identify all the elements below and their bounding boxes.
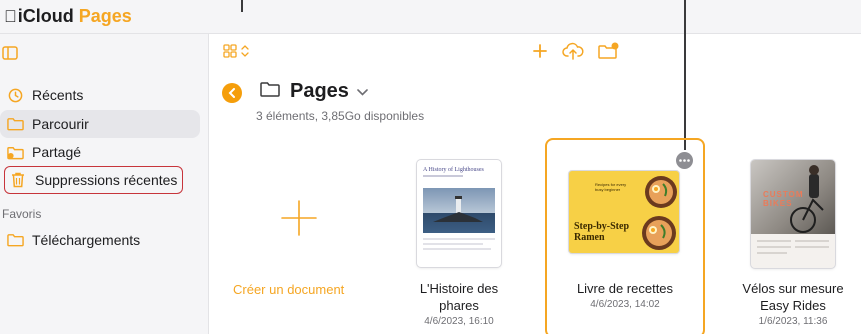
document-date: 1/6/2023, 11:36 xyxy=(758,316,828,327)
document-name: L'Histoire des xyxy=(419,281,499,296)
thumb-kicker: Recipes for every busy beginner xyxy=(595,182,627,192)
bike-photo: CUSTOM BIKES xyxy=(751,160,835,234)
callout-line xyxy=(241,0,243,12)
sidebar-item-downloads[interactable]: Téléchargements xyxy=(0,226,140,254)
document-name: Livre de recettes xyxy=(576,281,674,296)
grid-view-icon[interactable] xyxy=(223,44,255,63)
create-document-label: Créer un document xyxy=(233,282,345,297)
more-options-button[interactable] xyxy=(676,152,693,169)
sidebar-item-recently-deleted[interactable]: Suppressions récentes xyxy=(4,166,183,194)
sidebar-item-shared[interactable]: Partagé xyxy=(0,138,81,166)
document-name-line2: Easy Rides xyxy=(760,298,826,313)
sidebar-toggle-icon[interactable] xyxy=(2,46,18,65)
sidebar-item-label: Récents xyxy=(32,87,84,103)
document-date: 4/6/2023, 14:02 xyxy=(590,299,660,310)
folder-title-menu[interactable]: Pages xyxy=(260,80,368,103)
page-title: Pages xyxy=(290,80,349,102)
new-folder-icon[interactable] xyxy=(598,42,620,65)
folder-icon xyxy=(6,115,24,133)
shared-folder-icon xyxy=(6,143,24,161)
sidebar-item-browse[interactable]: Parcourir xyxy=(0,110,200,138)
document-name-line2: phares xyxy=(439,298,479,313)
thumb-title: Step-by-Step Ramen xyxy=(574,221,630,243)
thumb-title: A History of Lighthouses xyxy=(423,167,484,173)
document-thumbnail[interactable]: A History of Lighthouses xyxy=(417,160,501,267)
plus-icon xyxy=(280,199,318,242)
thumb-title: CUSTOM BIKES xyxy=(763,190,804,208)
document-item[interactable]: Vélos sur mesure Easy Rides 1/6/2023, 11… xyxy=(731,280,855,327)
trash-icon xyxy=(9,171,27,189)
section-favorites-heading: Favoris xyxy=(2,207,42,221)
lighthouse-image xyxy=(423,188,495,233)
plus-icon[interactable] xyxy=(532,43,548,64)
ramen-bowl-image xyxy=(639,175,677,253)
sidebar-item-recents[interactable]: Récents xyxy=(0,81,83,109)
chevron-down-icon xyxy=(357,83,368,101)
folder-icon xyxy=(6,231,24,249)
sidebar-item-label: Parcourir xyxy=(32,116,89,132)
document-item[interactable]: L'Histoire des phares 4/6/2023, 16:10 xyxy=(399,280,519,327)
apple-logo-icon:  xyxy=(4,7,17,27)
sidebar-item-label: Téléchargements xyxy=(32,232,141,248)
document-thumbnail[interactable]: CUSTOM BIKES xyxy=(751,160,835,268)
document-name: Vélos sur mesure xyxy=(742,281,844,296)
document-item[interactable]: Livre de recettes 4/6/2023, 14:02 xyxy=(565,280,685,310)
app-brand[interactable]:  iCloud Pages xyxy=(4,6,132,27)
sidebar-item-label: Partagé xyxy=(32,144,82,160)
folder-icon xyxy=(260,81,280,102)
brand-icloud: iCloud xyxy=(5,6,74,26)
sidebar-item-label: Suppressions récentes xyxy=(35,172,178,188)
sidebar: Récents Parcourir Partagé Suppressions r… xyxy=(0,34,209,334)
document-date: 4/6/2023, 16:10 xyxy=(424,316,494,327)
clock-icon xyxy=(6,86,24,104)
brand-pages: Pages xyxy=(66,6,132,26)
main-content: Pages 3 éléments, 3,85Go disponibles Cré… xyxy=(209,34,861,334)
top-bar:  iCloud Pages xyxy=(0,0,861,34)
folder-info: 3 éléments, 3,85Go disponibles xyxy=(256,109,425,123)
back-button[interactable] xyxy=(222,83,242,103)
document-thumbnail[interactable]: Recipes for every busy beginner Step-by-… xyxy=(569,171,679,253)
cloud-upload-icon[interactable] xyxy=(562,42,584,65)
